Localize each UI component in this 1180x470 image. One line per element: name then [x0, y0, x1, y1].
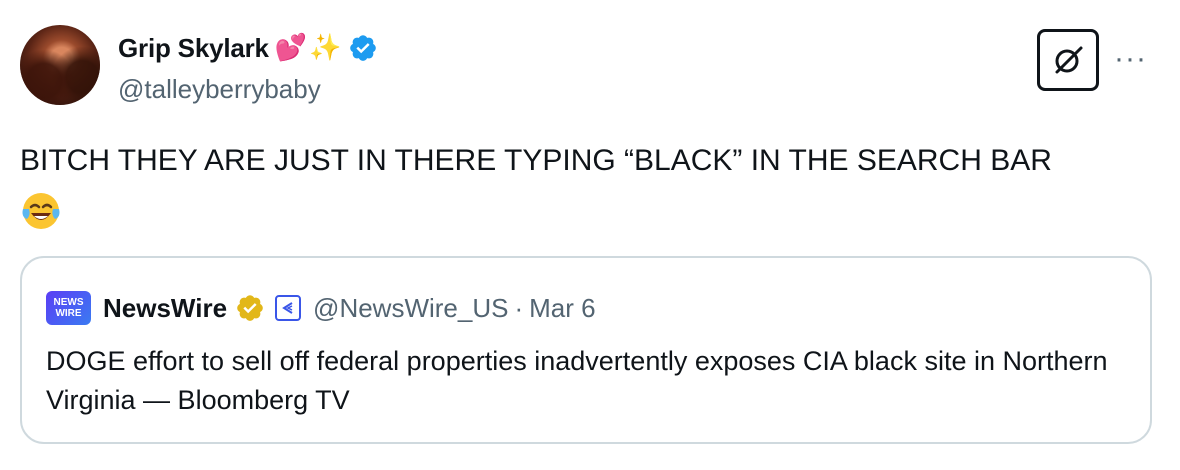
- grok-button[interactable]: [1037, 29, 1099, 91]
- tweet-text: BITCH THEY ARE JUST IN THERE TYPING “BLA…: [20, 144, 1052, 177]
- quoted-tweet-text: DOGE effort to sell off federal properti…: [46, 346, 1108, 415]
- affiliate-badge-icon[interactable]: [275, 295, 302, 321]
- grok-icon: [1055, 46, 1083, 74]
- quoted-handle[interactable]: @NewsWire_US: [313, 293, 508, 324]
- newswire-logo-text-2: WIRE: [55, 308, 82, 319]
- author-handle[interactable]: @talleyberrybaby: [118, 74, 321, 105]
- separator-dot: ·: [514, 292, 524, 323]
- quoted-tweet-card[interactable]: NEWS WIRE NewsWire @NewsWire_US · Mar 6 …: [20, 256, 1152, 444]
- verified-badge-icon[interactable]: [348, 33, 378, 63]
- author-display-name[interactable]: Grip Skylark: [118, 33, 269, 64]
- newswire-avatar[interactable]: NEWS WIRE: [46, 291, 91, 325]
- sparkles-emoji: ✨: [309, 33, 342, 63]
- author-avatar[interactable]: [20, 25, 100, 105]
- more-options-button[interactable]: ···: [1114, 44, 1147, 74]
- face-with-tears-of-joy-emoji: [22, 193, 60, 229]
- quoted-tweet-header: NEWS WIRE NewsWire @NewsWire_US · Mar 6: [46, 291, 596, 325]
- quoted-display-name[interactable]: NewsWire: [103, 293, 227, 324]
- gold-verified-badge-icon[interactable]: [235, 293, 265, 323]
- newswire-logo-text-1: NEWS: [53, 297, 84, 308]
- avatar-photo: [20, 25, 100, 105]
- two-hearts-emoji: 💕: [274, 33, 308, 63]
- author-name-row: Grip Skylark 💕 ✨: [118, 32, 378, 64]
- quoted-date[interactable]: Mar 6: [529, 293, 595, 324]
